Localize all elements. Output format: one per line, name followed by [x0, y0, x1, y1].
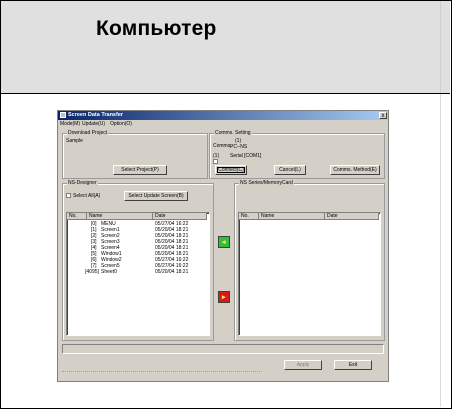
progress-bar — [62, 344, 384, 354]
download-project-group: Download Project Sample Select Project(P… — [62, 130, 208, 179]
transfer-to-pc-icon: ◂ — [222, 239, 226, 246]
menu-update[interactable]: Update(U) — [82, 121, 105, 127]
screen-data-transfer-dialog: Screen Data Transfer x Mode(M) Update(U)… — [57, 110, 389, 382]
cell-no: [4095] — [85, 269, 99, 275]
select-update-screen-button[interactable]: Select Update Screen(B) — [124, 191, 188, 201]
exit-button[interactable]: Exit — [334, 360, 372, 370]
ns-series-screen-list[interactable]: No. Name Date — [238, 212, 381, 336]
close-button[interactable]: x — [379, 112, 387, 119]
column-divider — [440, 94, 441, 407]
app-icon — [60, 112, 66, 118]
transfer-to-pc-button[interactable]: ◂ — [218, 236, 230, 248]
menu-option[interactable]: Option(O) — [110, 121, 132, 127]
download-project-caption: Download Project — [67, 130, 109, 136]
select-project-button[interactable]: Select Project(P) — [113, 165, 167, 175]
connect-button[interactable]: Connect(C) — [215, 165, 247, 175]
port-value: Serial [COM1] — [230, 153, 262, 159]
ns-designer-screen-list[interactable]: No. Name Date [0] MENU 05/27/04 16:22 [1… — [66, 212, 210, 336]
column-header-no[interactable]: No. — [239, 213, 259, 220]
table-row[interactable]: [4095] Sheet0 05/20/04 18:21 — [67, 269, 209, 275]
ns-series-caption: NS Series/MemoryCard — [239, 180, 294, 186]
apply-button[interactable]: Apply — [284, 360, 322, 370]
cell-date: 05/20/04 18:21 — [155, 269, 189, 275]
comms-label: Comms. — [213, 143, 232, 149]
project-name: Sample — [66, 138, 83, 144]
transfer-to-ns-button[interactable]: ▸ — [218, 291, 230, 303]
comms-setting-group: Comms. Setting Comms. (1) PC--NS (1) Ser… — [209, 130, 385, 179]
window-title: Screen Data Transfer — [68, 112, 124, 118]
cancel-button[interactable]: Cancel(L) — [274, 165, 306, 175]
cell-name: Sheet0 — [101, 269, 117, 275]
column-header-name[interactable]: Name — [259, 213, 325, 220]
title-bar: Screen Data Transfer x — [58, 111, 388, 120]
comms-checkbox[interactable] — [213, 159, 218, 164]
comms-method-button[interactable]: Comms. Method(E) — [330, 165, 380, 175]
column-header-name[interactable]: Name — [87, 213, 153, 220]
table-header-cell: Компьютер — [1, 1, 450, 94]
menu-bar: Mode(M) Update(U) Option(O) — [58, 120, 388, 127]
column-header-date[interactable]: Date — [153, 213, 207, 220]
comms-setting-caption: Comms. Setting — [214, 130, 252, 136]
ns-series-group: NS Series/MemoryCard No. Name Date — [234, 180, 385, 341]
select-all-label: Select All(A) — [73, 193, 101, 199]
status-line — [62, 371, 262, 376]
ns-designer-caption: NS-Designer — [67, 180, 98, 186]
column-divider — [440, 1, 441, 93]
comms-value: PC--NS — [230, 144, 248, 150]
column-header-no[interactable]: No. — [67, 213, 87, 220]
select-all-checkbox[interactable] — [66, 193, 71, 198]
column-header-date[interactable]: Date — [325, 213, 379, 220]
ns-designer-group: NS-Designer Select All(A) Select Update … — [62, 180, 214, 341]
page-title: Компьютер — [96, 17, 217, 40]
transfer-to-ns-icon: ▸ — [222, 294, 226, 301]
menu-mode[interactable]: Mode(M) — [60, 121, 80, 127]
